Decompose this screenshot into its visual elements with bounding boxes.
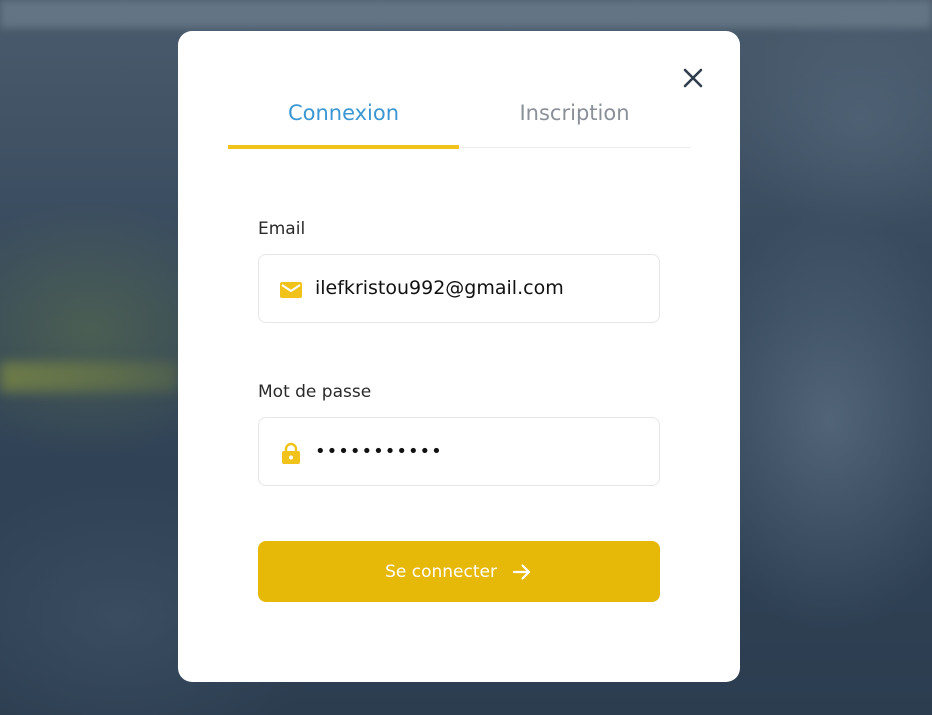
mail-icon — [280, 282, 302, 298]
close-icon — [683, 68, 703, 88]
lock-icon — [282, 442, 300, 464]
tab-connexion[interactable]: Connexion — [228, 95, 459, 149]
password-input[interactable]: ••••••••••• — [315, 418, 645, 485]
login-button-label: Se connecter — [385, 561, 497, 582]
email-field[interactable] — [258, 254, 660, 323]
auth-modal: Connexion Inscription Email Mot de passe… — [178, 31, 740, 682]
arrow-right-icon — [512, 563, 531, 580]
login-button[interactable]: Se connecter — [258, 541, 660, 602]
email-input[interactable] — [315, 255, 645, 322]
background-band — [0, 0, 932, 28]
password-field[interactable]: ••••••••••• — [258, 417, 660, 486]
auth-tabs: Connexion Inscription — [228, 95, 690, 149]
password-label: Mot de passe — [258, 382, 372, 402]
background-highlight — [0, 362, 178, 392]
tab-inscription[interactable]: Inscription — [459, 95, 690, 148]
close-button[interactable] — [680, 65, 706, 91]
email-label: Email — [258, 219, 306, 239]
